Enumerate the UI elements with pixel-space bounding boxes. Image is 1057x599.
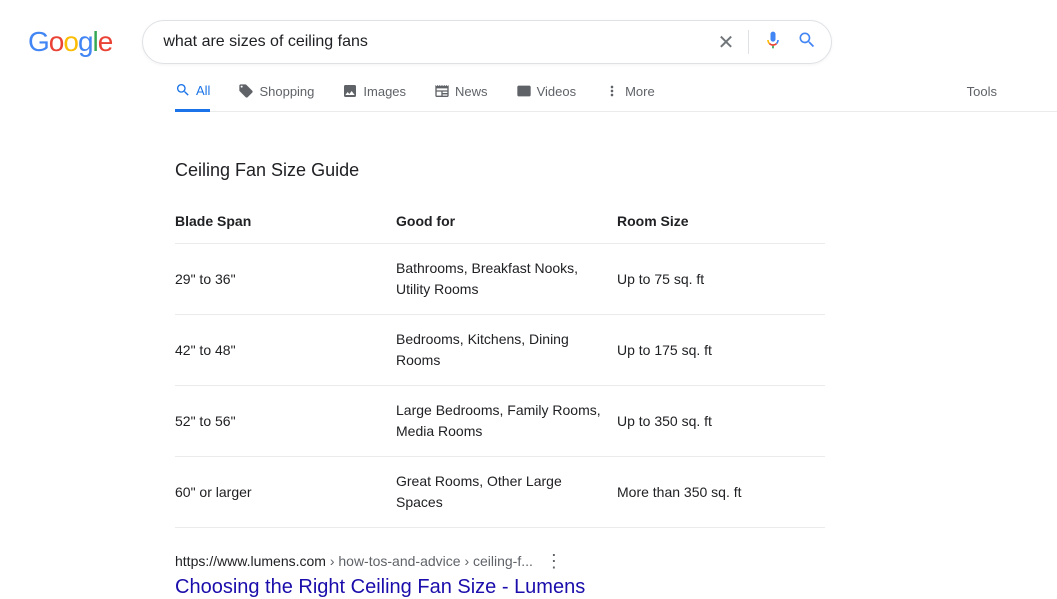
more-vertical-icon[interactable]: ⋮ xyxy=(545,552,563,570)
table-header: Good for xyxy=(396,203,617,244)
clear-icon[interactable]: ✕ xyxy=(718,30,735,55)
size-guide-table: Blade Span Good for Room Size 29" to 36"… xyxy=(175,203,825,528)
tab-images[interactable]: Images xyxy=(342,83,406,110)
news-icon xyxy=(434,83,450,99)
result-cite: https://www.lumens.com › how-tos-and-adv… xyxy=(175,553,533,569)
tab-news[interactable]: News xyxy=(434,83,488,110)
mic-icon[interactable] xyxy=(763,30,783,55)
search-icon[interactable] xyxy=(797,30,817,55)
video-icon xyxy=(516,83,532,99)
divider xyxy=(748,30,749,54)
table-row: 42" to 48" Bedrooms, Kitchens, Dining Ro… xyxy=(175,315,825,386)
tab-shopping[interactable]: Shopping xyxy=(238,83,314,110)
tab-label: News xyxy=(455,84,488,99)
tab-videos[interactable]: Videos xyxy=(516,83,577,110)
tab-label: Images xyxy=(363,84,406,99)
tab-more[interactable]: More xyxy=(604,83,655,110)
image-icon xyxy=(342,83,358,99)
table-row: 60" or larger Great Rooms, Other Large S… xyxy=(175,457,825,528)
more-vertical-icon xyxy=(604,83,620,99)
table-row: 29" to 36" Bathrooms, Breakfast Nooks, U… xyxy=(175,244,825,315)
search-bar: ✕ xyxy=(142,20,832,64)
table-header: Blade Span xyxy=(175,203,396,244)
featured-snippet-title: Ceiling Fan Size Guide xyxy=(175,160,825,181)
tab-label: Videos xyxy=(537,84,577,99)
table-header: Room Size xyxy=(617,203,825,244)
table-row: 52" to 56" Large Bedrooms, Family Rooms,… xyxy=(175,386,825,457)
tab-label: More xyxy=(625,84,655,99)
tag-icon xyxy=(238,83,254,99)
tools-button[interactable]: Tools xyxy=(967,84,997,110)
tab-label: All xyxy=(196,83,210,98)
tab-all[interactable]: All xyxy=(175,82,210,112)
tab-label: Shopping xyxy=(259,84,314,99)
search-input[interactable] xyxy=(157,33,717,51)
google-logo[interactable]: Google xyxy=(28,26,112,58)
result-title-link[interactable]: Choosing the Right Ceiling Fan Size - Lu… xyxy=(175,576,825,599)
search-icon xyxy=(175,82,191,98)
